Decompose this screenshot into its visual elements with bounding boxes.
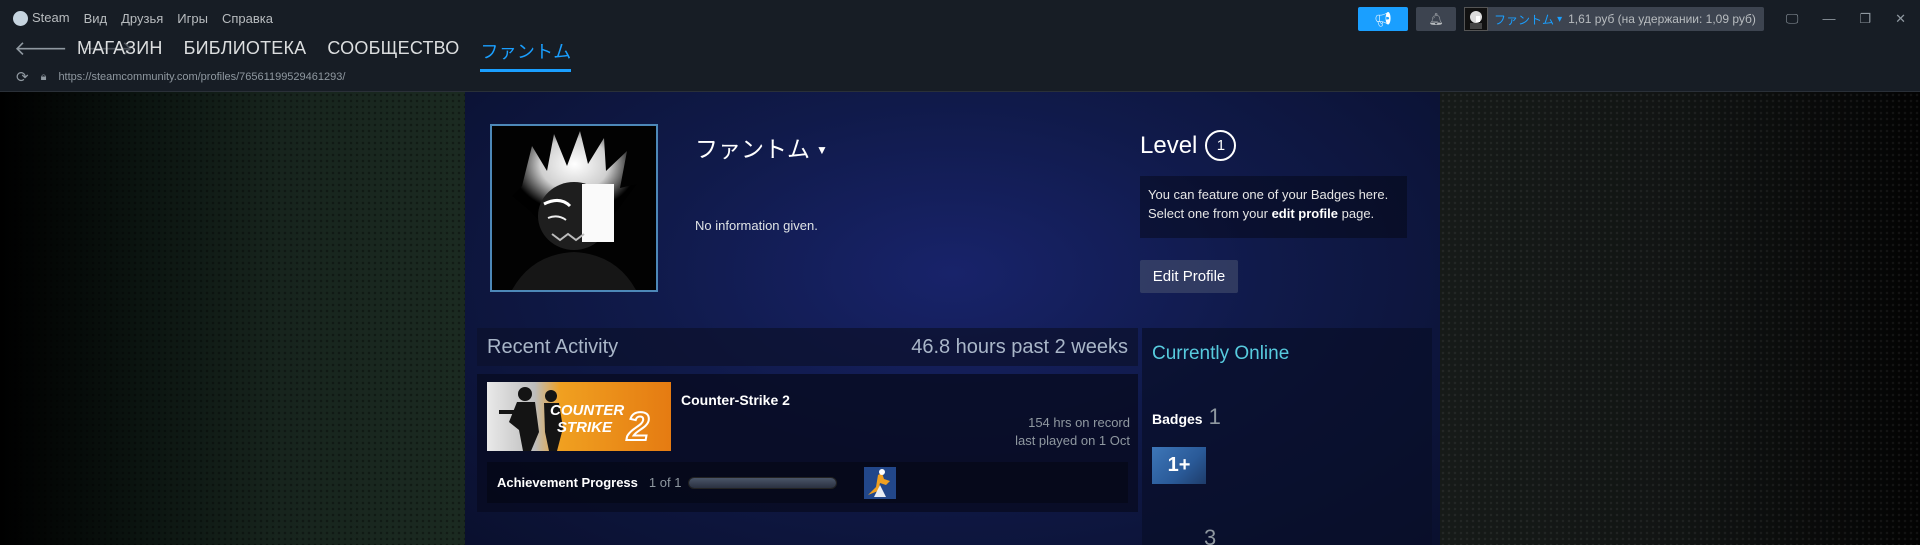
hours-on-record: 154 hrs on record (1028, 415, 1130, 430)
menu-steam-label: Steam (32, 10, 70, 25)
close-icon[interactable]: ✕ (1895, 11, 1906, 27)
menu-view[interactable]: Вид (84, 11, 108, 26)
url-bar: ⟳ 🔒︎ https://steamcommunity.com/profiles… (16, 68, 345, 86)
achievement-row: Achievement Progress 1 of 1 (487, 462, 1128, 503)
main-nav: МАГАЗИН БИБЛИОТЕКА СООБЩЕСТВО ファントム (77, 38, 572, 72)
badge-hint-line1: You can feature one of your Badges here. (1148, 187, 1389, 202)
tab-profile[interactable]: ファントム (480, 38, 572, 72)
back-arrow-icon[interactable]: 🡐 (14, 36, 68, 61)
url-text[interactable]: https://steamcommunity.com/profiles/7656… (58, 71, 345, 83)
badge-hint-prefix: Select one from your (1148, 206, 1272, 221)
badges-count: 1 (1208, 404, 1221, 429)
account-bar: 📢︎ 🔔︎ ファントム ▾ 1,61 руб (на удержании: 1,… (1358, 7, 1906, 31)
badge-tile[interactable]: 1+ (1152, 447, 1206, 484)
megaphone-icon: 📢︎ (1374, 10, 1392, 27)
edit-profile-button[interactable]: Edit Profile (1140, 260, 1238, 293)
badges-label: Badges (1152, 411, 1203, 427)
tab-community[interactable]: СООБЩЕСТВО (327, 38, 459, 72)
game-stats: 154 hrs on record last played on 1 Oct (1015, 414, 1130, 450)
featured-badge-placeholder: You can feature one of your Badges here.… (1140, 176, 1407, 238)
profile-summary: No information given. (695, 218, 818, 233)
capsule-strike-text: STRIKE (557, 419, 613, 436)
recent-activity-title: Recent Activity (487, 335, 619, 358)
level-label: Level (1140, 131, 1198, 159)
refresh-icon[interactable]: ⟳ (16, 68, 29, 86)
tab-store[interactable]: МАГАЗИН (77, 38, 163, 72)
badge-hint-suffix: page. (1338, 206, 1375, 221)
profile-sidebar: Currently Online Badges 1 1+ 3 (1142, 328, 1432, 545)
next-section-count: 3 (1204, 525, 1217, 545)
top-menu: Steam Вид Друзья Игры Справка (13, 10, 273, 27)
steam-logo-icon (13, 11, 28, 27)
recent-activity-header: Recent Activity 46.8 hours past 2 weeks (477, 328, 1138, 366)
lock-icon: 🔒︎ (40, 70, 47, 83)
wallet-balance: 1,61 руб (на удержании: 1,09 руб) (1568, 12, 1756, 26)
profile-page: ファントム ▼ No information given. Level 1 Yo… (0, 92, 1920, 545)
bell-icon: 🔔︎ (1428, 12, 1444, 26)
edit-profile-link[interactable]: edit profile (1272, 206, 1338, 221)
last-played: last played on 1 Oct (1015, 433, 1130, 448)
tab-library[interactable]: БИБЛИОТЕКА (184, 38, 307, 72)
announcements-button[interactable]: 📢︎ (1358, 7, 1409, 31)
game-capsule-image[interactable]: COUNTER STRIKE 2 (487, 382, 671, 451)
restore-icon[interactable]: ❐ (1859, 11, 1871, 27)
level-badge[interactable]: 1 (1205, 130, 1237, 161)
achievement-label[interactable]: Achievement Progress (497, 475, 638, 490)
badge-hint-line2: Select one from your edit profile page. (1148, 204, 1399, 223)
account-menu[interactable]: ファントム ▾ 1,61 руб (на удержании: 1,09 руб… (1464, 7, 1764, 31)
recent-activity: Recent Activity 46.8 hours past 2 weeks (477, 328, 1138, 545)
menu-help[interactable]: Справка (222, 11, 273, 26)
title-bar: Steam Вид Друзья Игры Справка 🡐 🡒 МАГАЗИ… (0, 0, 1920, 92)
menu-games[interactable]: Игры (177, 11, 208, 26)
caret-down-icon[interactable]: ▼ (816, 143, 828, 157)
background-right (1440, 92, 1920, 545)
badges-section[interactable]: Badges 1 (1152, 404, 1221, 430)
achievement-progress-fill (689, 477, 837, 488)
account-avatar (1464, 7, 1489, 31)
menu-steam[interactable]: Steam (13, 10, 70, 27)
level-display: Level 1 (1140, 130, 1237, 161)
account-name: ファントム (1494, 12, 1555, 27)
minimize-icon[interactable]: — (1822, 11, 1835, 27)
capsule-counter-text: COUNTER (550, 402, 624, 419)
capsule-number-text: 2 (626, 405, 649, 449)
window-controls: 🖵︎ — ❐ ✕ (1786, 11, 1906, 27)
achievement-progress-bar (688, 476, 838, 489)
online-status: Currently Online (1152, 343, 1290, 364)
chevron-down-icon: ▾ (1557, 13, 1563, 25)
profile-panel: ファントム ▼ No information given. Level 1 Yo… (465, 92, 1440, 545)
notifications-button[interactable]: 🔔︎ (1416, 7, 1457, 31)
game-name[interactable]: Counter-Strike 2 (681, 392, 790, 408)
steam-client-window: Steam Вид Друзья Игры Справка 🡐 🡒 МАГАЗИ… (0, 0, 1920, 545)
achievement-count: 1 of 1 (648, 475, 682, 490)
persona-name-text: ファントム (695, 136, 810, 162)
recent-activity-hours: 46.8 hours past 2 weeks (911, 335, 1128, 358)
background-left (0, 92, 465, 545)
profile-avatar[interactable] (490, 124, 658, 292)
persona-name[interactable]: ファントム ▼ (695, 130, 828, 164)
game-card: COUNTER STRIKE 2 Counter-Strike 2 154 hr… (477, 374, 1138, 512)
big-picture-icon[interactable]: 🖵︎ (1786, 11, 1799, 27)
achievement-icon[interactable] (864, 466, 897, 499)
menu-friends[interactable]: Друзья (121, 11, 163, 26)
